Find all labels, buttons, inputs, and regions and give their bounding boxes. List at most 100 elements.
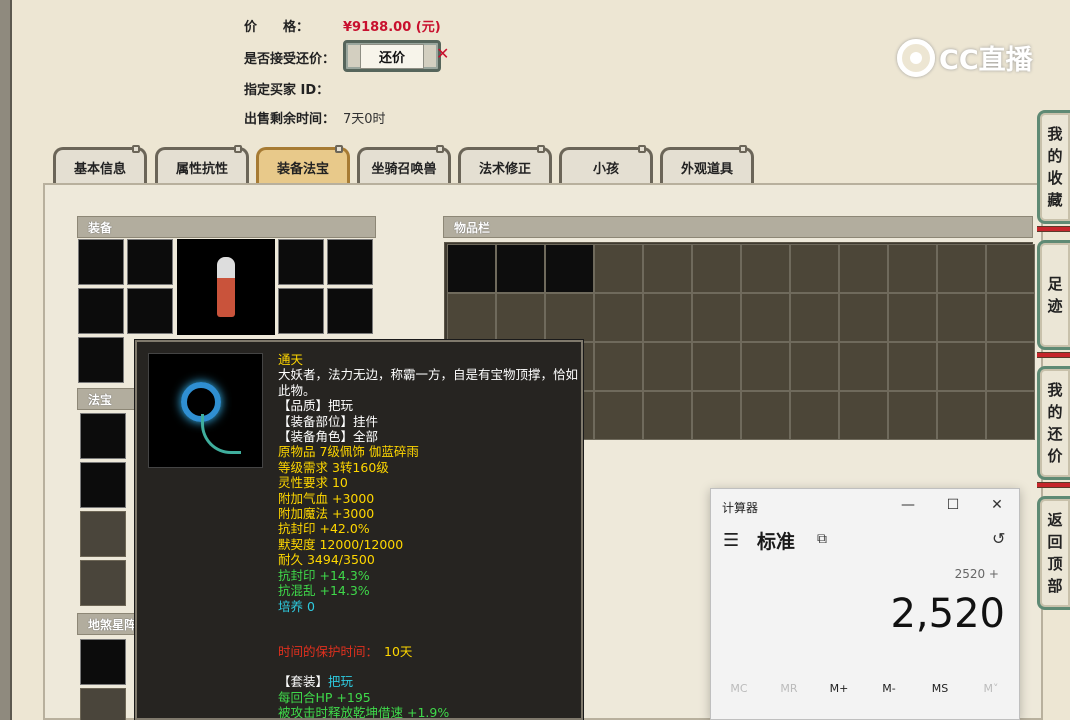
equipment-slot[interactable] xyxy=(327,239,373,285)
equipment-slot[interactable] xyxy=(327,288,373,334)
character-figure xyxy=(217,257,235,317)
memory-recall-button[interactable]: MR xyxy=(769,682,809,695)
tab-label: 外观道具 xyxy=(680,162,733,177)
inventory-item-slot[interactable] xyxy=(496,244,545,293)
memory-add-button[interactable]: M+ xyxy=(819,682,859,695)
counter-offer-button[interactable]: 还价 xyxy=(343,40,441,72)
treasure-slot-empty[interactable] xyxy=(80,560,126,606)
memory-list-button[interactable]: M˅ xyxy=(971,682,1011,695)
history-icon[interactable]: ↺ xyxy=(992,529,1005,548)
inventory-empty-slot[interactable] xyxy=(937,293,986,342)
tab-attributes[interactable]: 属性抗性 xyxy=(155,145,249,185)
inventory-empty-slot[interactable] xyxy=(741,244,790,293)
equipment-slot[interactable] xyxy=(127,239,173,285)
side-separator xyxy=(1037,352,1070,358)
inventory-empty-slot[interactable] xyxy=(937,342,986,391)
equipment-slot-hovered[interactable] xyxy=(78,337,124,383)
inventory-empty-slot[interactable] xyxy=(643,244,692,293)
minimize-button[interactable]: — xyxy=(893,495,923,515)
inventory-empty-slot[interactable] xyxy=(447,293,496,342)
inventory-empty-slot[interactable] xyxy=(692,391,741,440)
inventory-empty-slot[interactable] xyxy=(741,293,790,342)
maximize-button[interactable]: ☐ xyxy=(938,495,968,515)
inventory-empty-slot[interactable] xyxy=(790,342,839,391)
calculator-window: 计算器 — ☐ ✕ ☰ 标准 ⧉ ↺ 2520 + 2,520 MC MR M+… xyxy=(710,488,1020,720)
inventory-empty-slot[interactable] xyxy=(594,391,643,440)
inventory-empty-slot[interactable] xyxy=(594,342,643,391)
inventory-empty-slot[interactable] xyxy=(888,293,937,342)
inventory-empty-slot[interactable] xyxy=(741,342,790,391)
equipment-slot[interactable] xyxy=(78,239,124,285)
character-preview xyxy=(177,239,275,335)
tab-mounts-pets[interactable]: 坐骑召唤兽 xyxy=(357,145,451,185)
side-char: 顶 xyxy=(1047,555,1063,573)
equipment-slot[interactable] xyxy=(78,288,124,334)
inventory-empty-slot[interactable] xyxy=(692,293,741,342)
time-left-value: 7天0时 xyxy=(343,112,386,127)
inventory-empty-slot[interactable] xyxy=(594,244,643,293)
inventory-empty-slot[interactable] xyxy=(888,244,937,293)
keep-on-top-icon[interactable]: ⧉ xyxy=(817,531,827,547)
footprint-button[interactable]: 足 迹 xyxy=(1037,240,1070,350)
item-description: 大妖者，法力无边，称霸一方，自是有宝物顶撑，恰如此物。 xyxy=(278,367,579,398)
item-level-req: 等级需求 3转160级 xyxy=(278,459,389,475)
inventory-item-slot[interactable] xyxy=(447,244,496,293)
inventory-empty-slot[interactable] xyxy=(643,391,692,440)
treasure-slot[interactable] xyxy=(80,462,126,508)
inventory-empty-slot[interactable] xyxy=(643,293,692,342)
inventory-empty-slot[interactable] xyxy=(790,244,839,293)
tab-basic-info[interactable]: 基本信息 xyxy=(53,145,147,185)
star-array-slot-empty[interactable] xyxy=(80,688,126,720)
inventory-empty-slot[interactable] xyxy=(986,342,1035,391)
tab-corner-icon xyxy=(132,145,140,153)
item-seal-resist: 抗封印 +42.0% xyxy=(278,521,370,537)
star-array-slot[interactable] xyxy=(80,639,126,685)
time-left-label: 出售剩余时间： xyxy=(244,112,336,127)
inventory-empty-slot[interactable] xyxy=(888,391,937,440)
memory-clear-button[interactable]: MC xyxy=(719,682,759,695)
treasure-slot-empty[interactable] xyxy=(80,511,126,557)
equipment-slot[interactable] xyxy=(278,288,324,334)
inventory-empty-slot[interactable] xyxy=(937,244,986,293)
inventory-empty-slot[interactable] xyxy=(496,293,545,342)
tab-equipment[interactable]: 装备法宝 xyxy=(256,145,350,185)
inventory-empty-slot[interactable] xyxy=(839,342,888,391)
inventory-empty-slot[interactable] xyxy=(986,391,1035,440)
inventory-empty-slot[interactable] xyxy=(986,293,1035,342)
inventory-empty-slot[interactable] xyxy=(692,342,741,391)
memory-store-button[interactable]: MS xyxy=(920,682,960,695)
tab-child[interactable]: 小孩 xyxy=(559,145,653,185)
tab-spell-correction[interactable]: 法术修正 xyxy=(458,145,552,185)
equipment-slot[interactable] xyxy=(278,239,324,285)
inventory-empty-slot[interactable] xyxy=(986,244,1035,293)
inventory-item-slot[interactable] xyxy=(545,244,594,293)
equipment-slot[interactable] xyxy=(127,288,173,334)
close-button[interactable]: ✕ xyxy=(982,495,1012,515)
my-counter-offers-button[interactable]: 我 的 还 价 xyxy=(1037,366,1070,480)
inventory-empty-slot[interactable] xyxy=(741,391,790,440)
inventory-empty-slot[interactable] xyxy=(594,293,643,342)
side-separator xyxy=(1037,482,1070,488)
inventory-empty-slot[interactable] xyxy=(643,342,692,391)
inventory-empty-slot[interactable] xyxy=(888,342,937,391)
hamburger-menu-icon[interactable]: ☰ xyxy=(723,530,739,551)
back-to-top-button[interactable]: 返 回 顶 部 xyxy=(1037,496,1070,610)
inventory-empty-slot[interactable] xyxy=(839,293,888,342)
inventory-empty-slot[interactable] xyxy=(545,293,594,342)
inventory-empty-slot[interactable] xyxy=(692,244,741,293)
set-value: 把玩 xyxy=(328,674,354,690)
inventory-empty-slot[interactable] xyxy=(937,391,986,440)
treasure-header: 法宝 xyxy=(77,388,137,410)
inventory-empty-slot[interactable] xyxy=(790,391,839,440)
inventory-empty-slot[interactable] xyxy=(790,293,839,342)
inventory-empty-slot[interactable] xyxy=(839,391,888,440)
memory-subtract-button[interactable]: M- xyxy=(869,682,909,695)
my-favorites-button[interactable]: 我 的 收 藏 xyxy=(1037,110,1070,224)
treasure-slot[interactable] xyxy=(80,413,126,459)
close-icon[interactable]: ✕ xyxy=(436,44,449,63)
equipment-header: 装备 xyxy=(77,216,376,238)
tab-label: 小孩 xyxy=(592,162,619,177)
tab-corner-icon xyxy=(537,145,545,153)
inventory-empty-slot[interactable] xyxy=(839,244,888,293)
tab-appearance[interactable]: 外观道具 xyxy=(660,145,754,185)
